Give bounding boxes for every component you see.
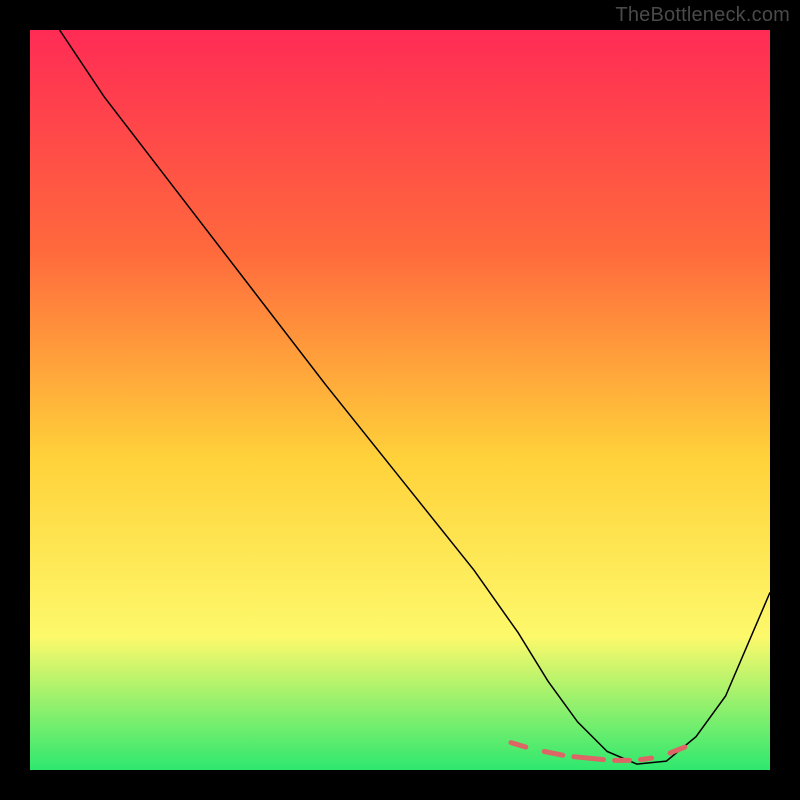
highlight-dash: [574, 757, 604, 760]
chart-frame: TheBottleneck.com: [0, 0, 800, 800]
watermark-text: TheBottleneck.com: [615, 4, 790, 27]
plot-area: [30, 30, 770, 770]
gradient-background: [30, 30, 770, 770]
highlight-dash: [641, 758, 652, 759]
bottleneck-chart: [30, 30, 770, 770]
